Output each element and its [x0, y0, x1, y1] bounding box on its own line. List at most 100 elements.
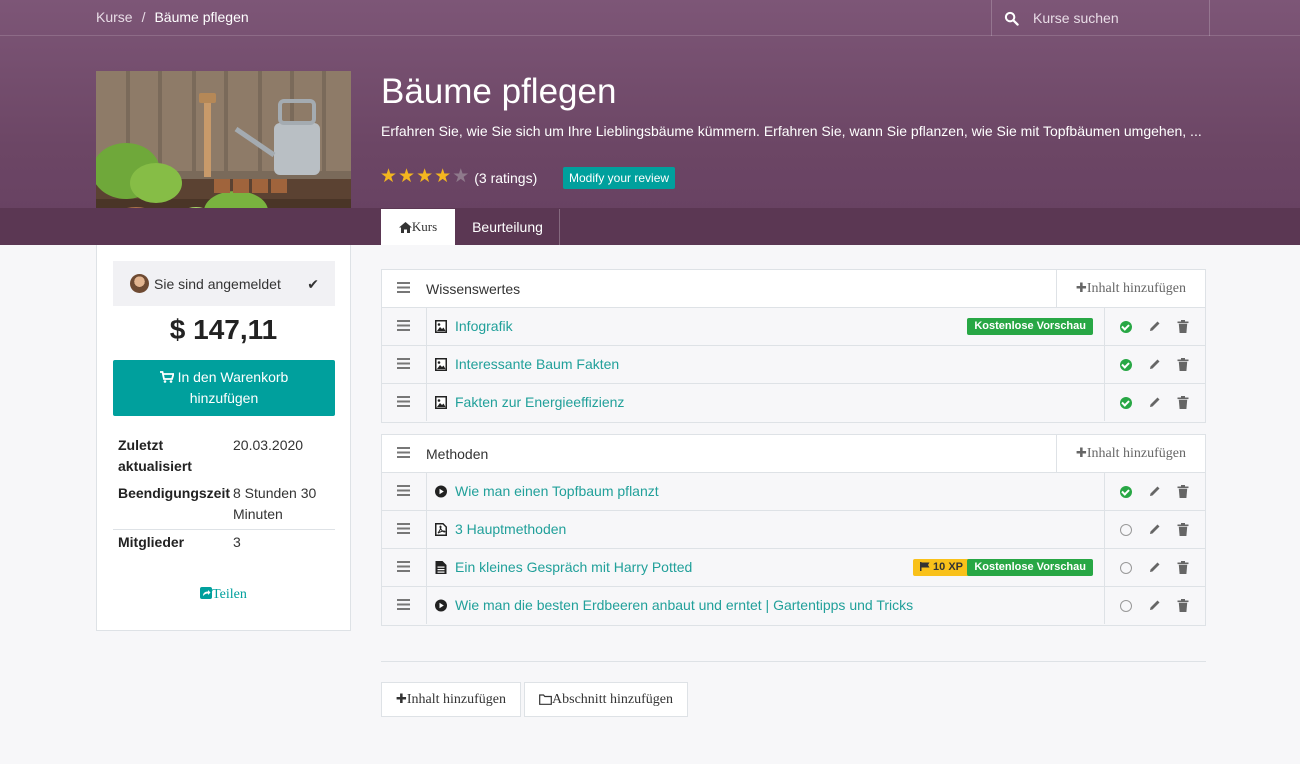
- share-link[interactable]: Teilen: [97, 587, 350, 603]
- search-icon[interactable]: [1004, 11, 1019, 26]
- trash-icon[interactable]: [1177, 561, 1189, 574]
- avatar: [130, 274, 149, 293]
- star-icon: ★: [416, 166, 434, 187]
- drag-handle-icon[interactable]: [397, 358, 410, 369]
- folder-icon: [539, 694, 552, 705]
- enrolled-status: Sie sind angemeldet ✔: [113, 261, 335, 306]
- drag-handle-icon[interactable]: [397, 282, 410, 293]
- lesson-actions: [1104, 384, 1205, 421]
- course-description: Erfahren Sie, wie Sie sich um Ihre Liebl…: [381, 123, 1202, 139]
- info-value: 8 Stunden 30 Minuten: [233, 485, 317, 522]
- info-row-members: Mitglieder 3: [113, 529, 335, 557]
- info-key: Mitglieder: [118, 534, 185, 550]
- breadcrumb: Kurse / Bäume pflegen: [96, 9, 249, 25]
- course-title: Bäume pflegen: [381, 72, 617, 111]
- edit-icon[interactable]: [1149, 396, 1161, 408]
- modify-review-button[interactable]: Modify your review: [563, 167, 676, 189]
- edit-icon[interactable]: [1149, 523, 1161, 535]
- completed-check-icon: [1120, 486, 1132, 498]
- course-info: Zuletzt aktualisiert 20.03.2020 Beendigu…: [113, 433, 335, 557]
- drag-handle-icon[interactable]: [397, 599, 410, 610]
- drag-handle-icon[interactable]: [397, 320, 410, 331]
- plus-icon: ✚: [395, 692, 407, 707]
- drag-cell: [382, 384, 427, 421]
- star-icon: ★: [434, 166, 452, 187]
- search-input[interactable]: [1033, 10, 1193, 26]
- section-title: Methoden: [426, 446, 489, 462]
- trash-icon[interactable]: [1177, 599, 1189, 612]
- course-search: [991, 0, 1210, 36]
- lesson-row[interactable]: 3 Hauptmethoden: [382, 511, 1205, 549]
- plus-icon: ✚: [1075, 446, 1087, 461]
- lesson-row[interactable]: Infografik Kostenlose Vorschau: [382, 308, 1205, 346]
- add-to-cart-button[interactable]: In den Warenkorb hinzufügen: [113, 360, 335, 416]
- trash-icon[interactable]: [1177, 396, 1189, 409]
- add-content-label: Inhalt hinzufügen: [406, 691, 507, 707]
- add-section-label: Abschnitt hinzufügen: [552, 691, 673, 707]
- lesson-row[interactable]: Fakten zur Energieeffizienz: [382, 384, 1205, 422]
- edit-icon[interactable]: [1149, 320, 1161, 332]
- add-content-button[interactable]: ✚ Inhalt hinzufügen: [381, 682, 521, 717]
- edit-icon[interactable]: [1149, 358, 1161, 370]
- xp-badge: 10 XP: [913, 559, 970, 576]
- lesson-row[interactable]: Ein kleines Gespräch mit Harry Potted 10…: [382, 549, 1205, 587]
- lesson-title[interactable]: Wie man einen Topfbaum pflanzt: [455, 483, 659, 499]
- trash-icon[interactable]: [1177, 485, 1189, 498]
- star-empty-icon: ★: [452, 166, 470, 187]
- lesson-row[interactable]: Wie man einen Topfbaum pflanzt: [382, 473, 1205, 511]
- lesson-title[interactable]: Interessante Baum Fakten: [455, 356, 619, 372]
- drag-handle-icon[interactable]: [397, 396, 410, 407]
- drag-handle-icon[interactable]: [397, 447, 410, 458]
- info-row-updated: Zuletzt aktualisiert 20.03.2020: [113, 433, 335, 481]
- edit-icon[interactable]: [1149, 561, 1161, 573]
- section-add-content-button[interactable]: ✚ Inhalt hinzufügen: [1056, 270, 1205, 307]
- breadcrumb-root-link[interactable]: Kurse: [96, 9, 133, 25]
- free-preview-badge: Kostenlose Vorschau: [967, 318, 1093, 335]
- drag-cell: [382, 511, 427, 548]
- edit-icon[interactable]: [1149, 599, 1161, 611]
- lesson-title[interactable]: Wie man die besten Erdbeeren anbaut und …: [455, 597, 913, 613]
- drag-handle-icon[interactable]: [397, 561, 410, 572]
- lesson-row[interactable]: Interessante Baum Fakten: [382, 346, 1205, 384]
- edit-icon[interactable]: [1149, 485, 1161, 497]
- course-sidebar: Sie sind angemeldet ✔ $ 147,11 In den Wa…: [96, 245, 351, 631]
- info-row-duration: Beendigungszeit 8 Stunden 30 Minuten: [113, 481, 335, 529]
- ratings-count: (3 ratings): [474, 170, 538, 186]
- cart-button-label: In den Warenkorb: [177, 369, 289, 385]
- drag-cell: [382, 346, 427, 383]
- lesson-actions: [1104, 346, 1205, 383]
- incomplete-circle-icon: [1120, 524, 1132, 536]
- lesson-title[interactable]: Infografik: [455, 318, 513, 334]
- section-methoden: Methoden ✚ Inhalt hinzufügen Wie man eine…: [381, 434, 1206, 626]
- trash-icon[interactable]: [1177, 320, 1189, 333]
- check-icon: ✔: [307, 276, 319, 292]
- lesson-actions: [1104, 549, 1205, 586]
- star-icon: ★: [398, 166, 416, 187]
- top-bar: Kurse / Bäume pflegen: [0, 0, 1300, 36]
- trash-icon[interactable]: [1177, 523, 1189, 536]
- drag-handle-icon[interactable]: [397, 485, 410, 496]
- star-icon: ★: [380, 166, 398, 187]
- lesson-title[interactable]: Ein kleines Gespräch mit Harry Potted: [455, 559, 692, 575]
- lesson-actions: [1104, 473, 1205, 510]
- completed-check-icon: [1120, 321, 1132, 333]
- section-add-content-button[interactable]: ✚ Inhalt hinzufügen: [1056, 435, 1205, 472]
- add-content-label: Inhalt hinzufügen: [1086, 445, 1187, 461]
- drag-cell: [382, 473, 427, 510]
- document-icon: [435, 561, 447, 574]
- drag-cell: [382, 549, 427, 586]
- cart-icon: [159, 371, 175, 383]
- lesson-title[interactable]: 3 Hauptmethoden: [455, 521, 566, 537]
- tab-review[interactable]: Beurteilung: [456, 209, 560, 245]
- drag-handle-icon[interactable]: [397, 523, 410, 534]
- lesson-title[interactable]: Fakten zur Energieeffizienz: [455, 394, 624, 410]
- lesson-row[interactable]: Wie man die besten Erdbeeren anbaut und …: [382, 587, 1205, 625]
- image-file-icon: [435, 396, 447, 409]
- tab-course[interactable]: Kurs: [381, 209, 455, 245]
- tab-course-label: Kurs: [411, 219, 438, 234]
- tab-bar: [0, 208, 1300, 245]
- pdf-file-icon: [435, 523, 447, 536]
- trash-icon[interactable]: [1177, 358, 1189, 371]
- add-section-button[interactable]: Abschnitt hinzufügen: [524, 682, 688, 717]
- lesson-actions: [1104, 587, 1205, 624]
